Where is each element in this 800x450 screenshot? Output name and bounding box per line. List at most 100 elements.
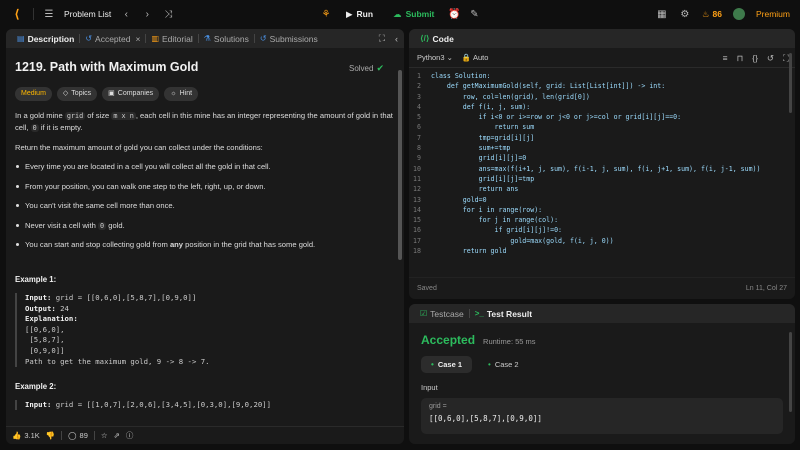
share-button[interactable]: ⇗ [114,431,120,440]
collapse-icon[interactable]: ‹ [395,34,398,44]
dot-icon: • [488,360,491,369]
tab-test-result[interactable]: >_ Test Result [470,304,537,323]
code-line: 6 return sum [409,122,795,132]
input-box: grid = [[0,6,0],[5,8,7],[0,9,0]] [421,398,783,434]
companies-chip[interactable]: ▣ Companies [102,86,160,102]
description-panel: ▤ Description ↺ Accepted × ▥ Editorial ⚗… [6,29,404,444]
reset-icon[interactable]: ↺ [767,53,774,64]
auto-mode[interactable]: 🔒 Auto [462,53,488,62]
help-button[interactable]: ⓘ [126,430,134,441]
hint-chip[interactable]: ☼ Hint [164,86,199,102]
code-line: 4 def f(i, j, sum): [409,102,795,112]
tab-case-2[interactable]: • Case 2 [478,356,529,373]
bookmark-icon[interactable]: ⊓ [737,53,744,64]
topics-chip[interactable]: ◇ Topics [56,86,98,102]
code-line: 7 tmp=grid[i][j] [409,133,795,143]
leetcode-logo-icon[interactable]: ⟨ [10,7,24,21]
code-line: 11 grid[i][j]=tmp [409,174,795,184]
dislike-button[interactable]: 👎 [46,431,55,440]
code-text: sum+=tmp [431,144,511,153]
tab-accepted[interactable]: ↺ Accepted × [80,29,145,48]
code-line: 18 return gold [409,246,795,256]
like-button[interactable]: 👍 3.1K [12,431,40,440]
avatar[interactable] [732,8,745,20]
comment-icon: ◯ [68,431,77,440]
text: position in the grid that has some gold. [183,239,316,249]
example-2-title: Example 2: [15,382,57,392]
return-paragraph: Return the maximum amount of gold you ca… [15,143,263,153]
input-name: grid = [429,403,447,410]
code-text: if grid[i][j]!=0: [431,226,563,235]
scrollbar[interactable] [789,332,792,412]
code-text: if i<0 or i>=row or j<0 or j>=col or gri… [431,113,682,122]
tab-label: Test Result [486,308,533,319]
tab-solutions[interactable]: ⚗ Solutions [199,29,254,48]
question-icon: ⓘ [125,431,134,440]
tab-case-1[interactable]: • Case 1 [421,356,472,373]
saved-status: Saved [417,285,437,292]
code-editor[interactable]: 1 class Solution: 2 def getMaximumGold(sel… [409,68,795,278]
code-text: return gold [431,247,507,256]
line-number: 4 [417,102,421,111]
label: Explanation: [25,314,78,324]
note-icon[interactable]: ✎ [468,9,480,20]
code-line: 13 gold=0 [409,195,795,205]
comments-button[interactable]: ◯ 89 [68,431,88,440]
alarm-clock-icon[interactable]: ⏰ [448,9,460,20]
align-icon[interactable]: ≡ [723,53,728,63]
play-icon: ▶ [346,8,353,19]
value: grid = [[0,6,0],[5,8,7],[0,9,0]] [51,293,197,303]
inline-code: grid [64,112,86,121]
document-icon: ▤ [17,34,25,43]
explanation-line: [0,9,0]] [25,345,65,355]
code-line: 10 ans=max(f(i+1, j, sum), f(i-1, j, sum… [409,164,795,174]
layout-grid-icon[interactable]: ▦ [656,9,668,20]
star-button[interactable]: ☆ [101,431,108,440]
shuffle-icon[interactable]: ⤨ [162,9,174,20]
debug-icon[interactable]: ⚘ [320,9,332,20]
code-text: def getMaximumGold(self, grid: List[List… [431,82,666,91]
example-1-title: Example 1: [15,275,57,285]
gear-icon[interactable]: ⚙ [679,9,691,20]
submit-label: Submit [405,9,435,19]
line-number: 13 [413,195,421,204]
language-select[interactable]: Python3 ⌄ [417,53,453,62]
problem-list-link[interactable]: Problem List [64,9,111,19]
run-button[interactable]: ▶ Run [340,9,379,20]
tab-submissions[interactable]: ↺ Submissions [255,29,323,48]
check-circle-icon: ✔ [376,63,384,73]
braces-icon[interactable]: {} [752,53,758,63]
line-number: 3 [417,92,421,101]
chevron-right-icon[interactable]: › [141,9,153,20]
list-icon[interactable]: ☰ [43,9,55,20]
list-item: From your position, you can walk one ste… [15,181,395,192]
code-line: 1 class Solution: [409,71,795,81]
left-tabs: ▤ Description ↺ Accepted × ▥ Editorial ⚗… [6,29,404,48]
submit-button[interactable]: ☁ Submit [387,9,440,20]
scrollbar[interactable] [789,53,792,113]
tab-code[interactable]: ⟨/⟩ Code [415,29,459,48]
tab-description[interactable]: ▤ Description [12,29,79,48]
code-text: for i in range(row): [431,205,543,214]
line-number: 5 [417,113,421,122]
code-text: for j in range(col): [431,216,559,225]
conditions-list: Every time you are located in a cell you… [15,161,395,250]
close-icon[interactable]: × [135,34,140,44]
line-number: 1 [417,72,421,80]
line-number: 18 [413,247,421,256]
scrollbar[interactable] [398,70,402,260]
inline-code: m x n [111,112,136,121]
tab-editorial[interactable]: ▥ Editorial [146,29,197,48]
lock-icon: ▣ [108,89,115,97]
book-icon: ▥ [151,34,160,43]
tab-testcase[interactable]: ☑ Testcase [415,304,469,323]
chevron-left-icon[interactable]: ‹ [120,9,132,20]
streak-counter[interactable]: ♨ 86 [702,9,722,20]
premium-link[interactable]: Premium [756,9,790,19]
chevron-down-icon: ⌄ [446,53,453,62]
text: gold. [106,220,125,230]
code-text: return ans [431,185,519,194]
code-line: 9 grid[i][j]=0 [409,153,795,163]
maximize-icon[interactable]: ⛶ [379,33,385,44]
code-text: class Solution: [431,72,491,80]
